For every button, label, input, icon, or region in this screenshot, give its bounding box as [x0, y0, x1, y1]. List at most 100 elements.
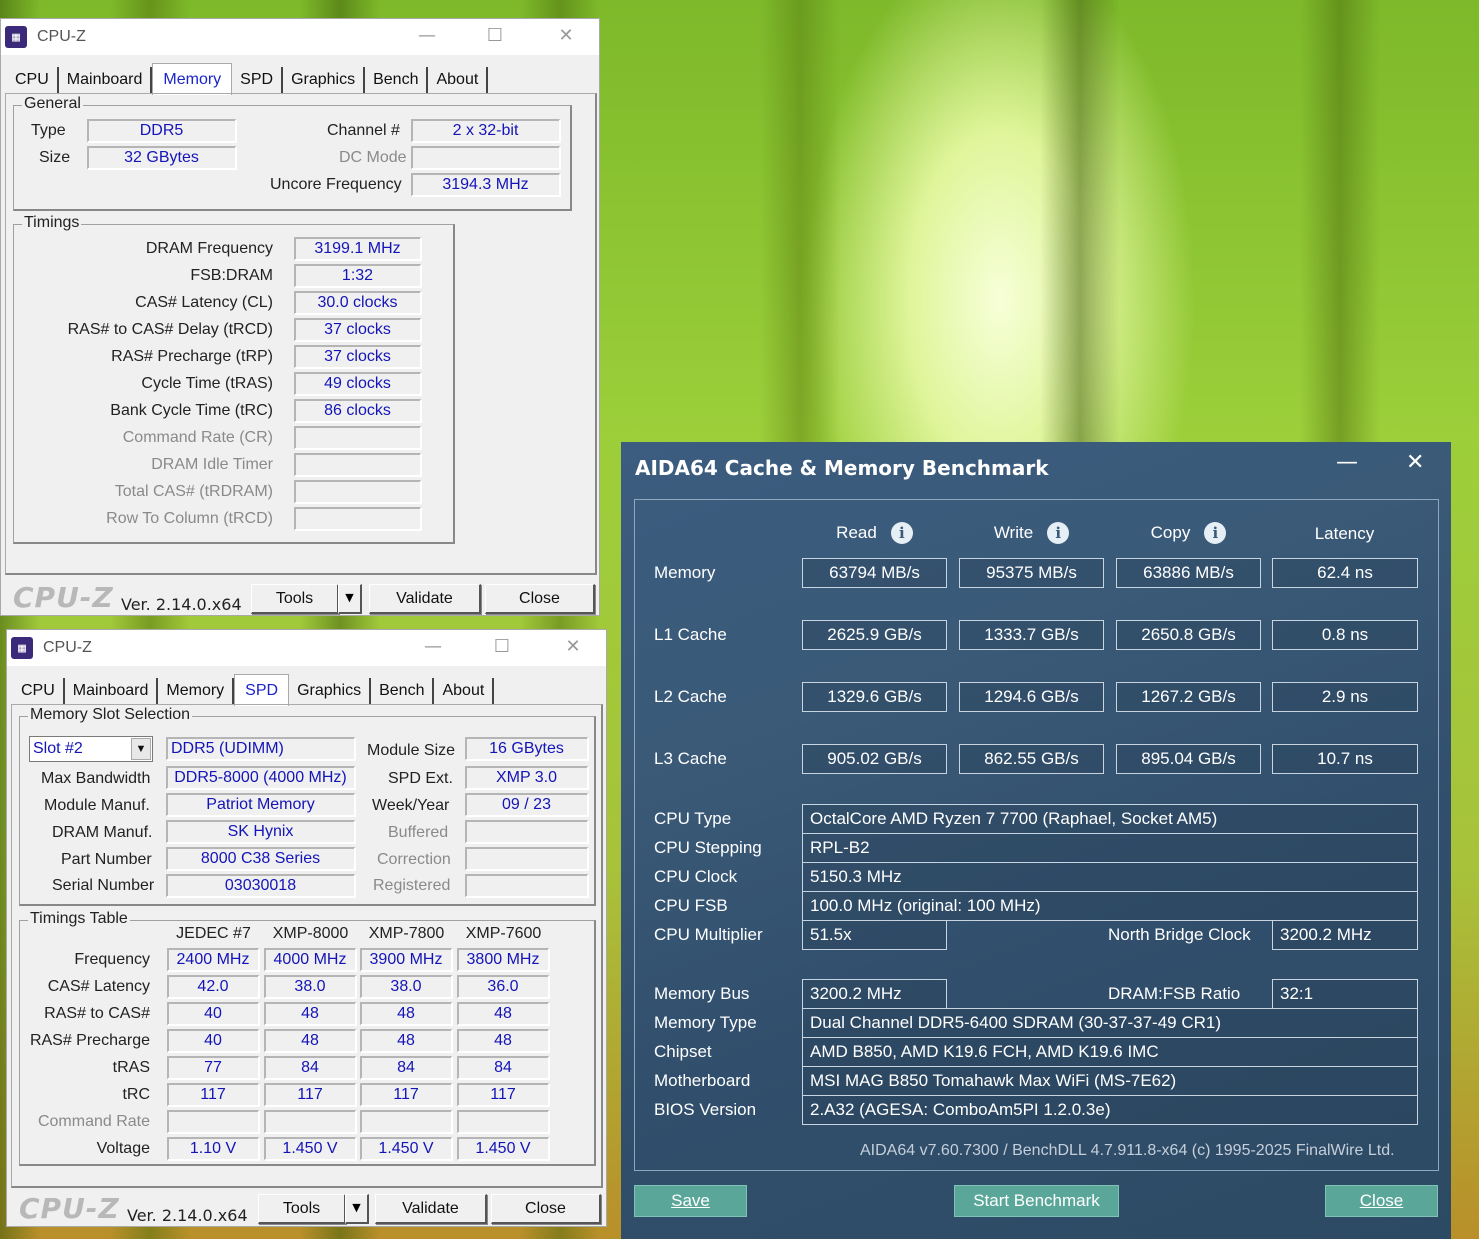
timings-table-legend: Timings Table	[28, 910, 130, 928]
info-icon[interactable]: i	[1204, 522, 1227, 544]
week-year-value: 09 / 23	[465, 793, 589, 817]
bench-value: 1294.6 GB/s	[959, 682, 1104, 712]
tab-mainboard[interactable]: Mainboard	[59, 67, 153, 93]
timing-label: RAS# Precharge (tRP)	[111, 348, 273, 365]
cpu-type-value: OctalCore AMD Ryzen 7 7700 (Raphael, Soc…	[802, 804, 1418, 834]
read-header: Read i	[802, 522, 947, 544]
close-icon[interactable]: ✕	[1406, 450, 1424, 475]
tab-about[interactable]: About	[428, 67, 489, 93]
minimize-icon[interactable]: —	[423, 636, 443, 657]
column-header: JEDEC #7	[176, 925, 251, 942]
timings-cell: 117	[264, 1083, 357, 1107]
close-icon[interactable]: ✕	[563, 636, 583, 657]
tab-bar: CPU Mainboard Memory SPD Graphics Bench …	[13, 674, 495, 706]
timings-cell	[264, 1110, 357, 1134]
dram-manuf-value: SK Hynix	[166, 820, 356, 844]
title-bar[interactable]: ▦ CPU-Z — ☐ ✕	[7, 630, 606, 666]
timing-value: 37 clocks	[294, 345, 422, 369]
serial-number-label: Serial Number	[52, 877, 155, 894]
uncore-label: Uncore Frequency	[270, 176, 402, 193]
bench-value: 2.9 ns	[1272, 682, 1418, 712]
timings-cell: 4000 MHz	[264, 948, 357, 972]
chevron-down-icon[interactable]: ▼	[131, 738, 151, 760]
timing-value	[294, 426, 422, 450]
module-size-label: Module Size	[367, 742, 456, 759]
window-title: CPU-Z	[37, 28, 86, 45]
timing-label: DRAM Idle Timer	[151, 456, 273, 473]
bench-value: 2650.8 GB/s	[1116, 620, 1261, 650]
maximize-icon[interactable]: ☐	[485, 25, 505, 46]
tab-cpu[interactable]: CPU	[7, 67, 59, 93]
close-button[interactable]: Close	[1325, 1185, 1438, 1217]
maximize-icon[interactable]: ☐	[492, 636, 512, 657]
nb-clock-value: 3200.2 MHz	[1272, 920, 1418, 950]
save-button[interactable]: Save	[634, 1185, 747, 1217]
module-manuf-label: Module Manuf.	[44, 797, 150, 814]
bench-value: 0.8 ns	[1272, 620, 1418, 650]
timings-row-label: RAS# to CAS#	[44, 1005, 150, 1022]
info-icon[interactable]: i	[1047, 522, 1070, 544]
tab-cpu[interactable]: CPU	[13, 678, 65, 704]
timing-label: Row To Column (tRCD)	[106, 510, 273, 527]
motherboard-value: MSI MAG B850 Tomahawk Max WiFi (MS-7E62)	[802, 1066, 1418, 1096]
tab-graphics[interactable]: Graphics	[289, 678, 372, 704]
tab-memory[interactable]: Memory	[158, 678, 235, 704]
timings-row-label: tRAS	[112, 1059, 150, 1076]
timings-cell	[360, 1110, 453, 1134]
bench-value: 63886 MB/s	[1116, 558, 1261, 588]
tools-button[interactable]: Tools	[258, 1194, 346, 1224]
type-label: Type	[31, 122, 66, 139]
tools-dropdown-arrow-icon[interactable]: ▼	[338, 584, 362, 614]
tab-graphics[interactable]: Graphics	[283, 67, 366, 93]
start-benchmark-button[interactable]: Start Benchmark	[954, 1185, 1119, 1217]
cpuz-logo: CPU-Z	[13, 581, 114, 614]
info-icon[interactable]: i	[890, 522, 913, 544]
validate-button[interactable]: Validate	[375, 1194, 487, 1224]
latency-header: Latency	[1314, 524, 1375, 543]
validate-button[interactable]: Validate	[369, 584, 481, 614]
timings-cell: 77	[167, 1056, 260, 1080]
bench-value: 1267.2 GB/s	[1116, 682, 1261, 712]
cpu-type-label: CPU Type	[654, 809, 732, 828]
timings-cell: 84	[360, 1056, 453, 1080]
memory-type-value: Dual Channel DDR5-6400 SDRAM (30-37-37-4…	[802, 1008, 1418, 1038]
close-button[interactable]: Close	[485, 584, 595, 614]
timing-label: FSB:DRAM	[190, 267, 273, 284]
tab-bench[interactable]: Bench	[371, 678, 435, 704]
bench-value: 10.7 ns	[1272, 744, 1418, 774]
tab-memory[interactable]: Memory	[152, 63, 233, 95]
close-button[interactable]: Close	[491, 1194, 601, 1224]
timing-value: 49 clocks	[294, 372, 422, 396]
minimize-icon[interactable]: —	[1336, 450, 1358, 475]
bench-value: 1333.7 GB/s	[959, 620, 1104, 650]
bench-value: 905.02 GB/s	[802, 744, 947, 774]
tab-spd[interactable]: SPD	[232, 67, 284, 93]
bios-version-label: BIOS Version	[654, 1100, 757, 1119]
tools-button[interactable]: Tools	[251, 584, 339, 614]
minimize-icon[interactable]: —	[417, 25, 437, 46]
timings-cell: 1.10 V	[167, 1137, 260, 1161]
tab-mainboard[interactable]: Mainboard	[65, 678, 159, 704]
timings-cell: 3800 MHz	[457, 948, 550, 972]
tab-bench[interactable]: Bench	[365, 67, 429, 93]
timings-row-label: Command Rate	[37, 1113, 150, 1130]
cpu-clock-value: 5150.3 MHz	[802, 862, 1418, 892]
tools-dropdown-arrow-icon[interactable]: ▼	[345, 1194, 369, 1224]
timings-legend: Timings	[22, 214, 82, 232]
timings-cell: 84	[457, 1056, 550, 1080]
title-bar[interactable]: ▦ CPU-Z — ☐ ✕	[1, 19, 599, 55]
tab-spd[interactable]: SPD	[234, 674, 290, 706]
timings-cell: 48	[264, 1029, 357, 1053]
part-number-label: Part Number	[61, 851, 152, 868]
bench-row-label: Memory	[654, 563, 716, 582]
timing-value	[294, 453, 422, 477]
tab-about[interactable]: About	[434, 678, 495, 704]
close-button-label: Close	[1359, 1191, 1404, 1210]
slot-select[interactable]: Slot #2 ▼	[29, 736, 153, 762]
bench-value: 95375 MB/s	[959, 558, 1104, 588]
dc-mode-label: DC Mode	[339, 149, 407, 166]
timing-value: 37 clocks	[294, 318, 422, 342]
close-icon[interactable]: ✕	[556, 25, 576, 46]
dram-fsb-label: DRAM:FSB Ratio	[1108, 984, 1241, 1003]
version-text: Ver. 2.14.0.x64	[121, 595, 242, 614]
